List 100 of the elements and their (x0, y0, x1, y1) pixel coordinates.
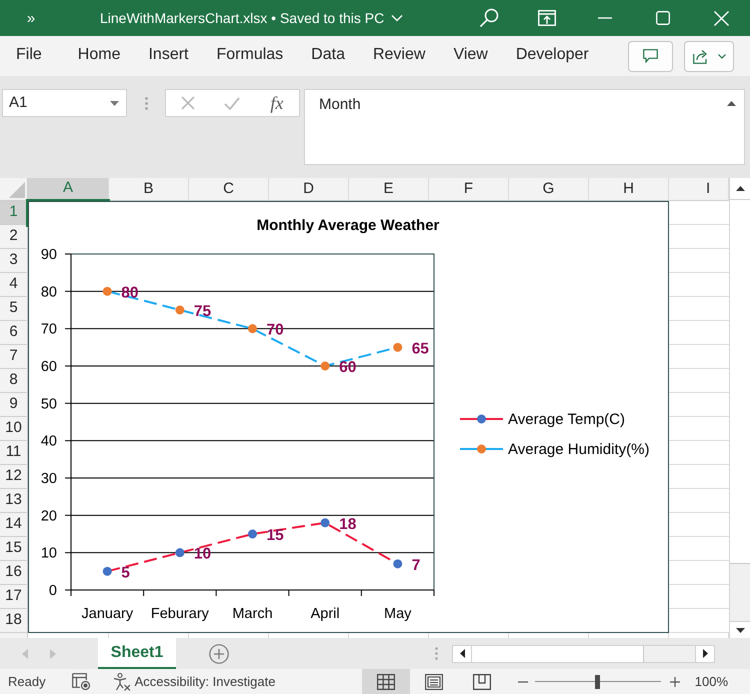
insert-function-button[interactable]: fx (268, 94, 286, 112)
horizontal-scrollbar[interactable] (452, 644, 715, 662)
row-header[interactable]: 3 (0, 249, 28, 273)
comments-button[interactable] (628, 40, 673, 72)
previous-sheet-button[interactable] (20, 646, 30, 660)
caret-up-icon (726, 100, 736, 106)
row-header[interactable]: 14 (0, 513, 28, 537)
legend-label: Average Humidity(%) (508, 441, 650, 458)
column-header[interactable]: A (28, 178, 109, 201)
view-button[interactable] (362, 669, 410, 694)
data-label: 65 (412, 340, 429, 358)
ribbon-tab[interactable]: Review (358, 39, 440, 73)
axis-label: 60 (40, 359, 57, 375)
column-header[interactable]: D (269, 178, 349, 201)
search-icon (479, 8, 499, 28)
row-header[interactable]: 17 (0, 585, 28, 609)
row-header[interactable]: 15 (0, 537, 28, 561)
row-header[interactable]: 6 (0, 321, 28, 345)
scroll-left-button[interactable] (453, 646, 472, 662)
axis-label: 40 (40, 434, 57, 450)
scroll-down-button[interactable] (730, 621, 750, 638)
axis-label: 10 (40, 546, 57, 562)
zoom-slider[interactable] (534, 674, 661, 688)
share-icon (692, 48, 710, 64)
record-macro-icon[interactable] (72, 673, 91, 690)
minus-icon (518, 680, 528, 682)
row-header[interactable] (0, 633, 28, 638)
ribbon-tab[interactable]: Developer (502, 39, 603, 73)
document-title[interactable]: LineWithMarkersChart.xlsx • Saved to this PC (100, 8, 404, 28)
category-label: Feburary (150, 606, 209, 622)
vertical-dots-icon (144, 96, 148, 110)
ribbon-tab[interactable]: View (439, 39, 502, 73)
caret-up-icon (736, 186, 744, 191)
ribbon-tab[interactable]: Home (64, 39, 134, 73)
triangle-icon (9, 182, 25, 198)
column-header[interactable]: H (589, 178, 669, 201)
name-box[interactable]: A1 (2, 89, 127, 117)
ribbon-tab[interactable]: File (2, 39, 56, 73)
row-header[interactable]: 5 (0, 297, 28, 321)
collapse-button[interactable] (726, 99, 736, 107)
column-header[interactable]: B (109, 178, 189, 201)
row-header[interactable]: 10 (0, 417, 28, 441)
formula-bar[interactable]: Month (304, 89, 745, 165)
scrollbar-thumb[interactable] (730, 200, 750, 564)
ribbon-tab[interactable]: Data (297, 39, 359, 73)
share-button[interactable] (684, 40, 734, 72)
data-label: 18 (339, 516, 356, 533)
axis-label: 0 (48, 583, 57, 599)
grid-icon (376, 674, 395, 690)
scroll-up-button[interactable] (730, 178, 750, 200)
axis-label: 70 (40, 322, 57, 338)
ribbon-tab[interactable]: Insert (134, 39, 202, 73)
scrollbar-thumb[interactable] (472, 646, 644, 662)
row-header[interactable]: 13 (0, 489, 28, 513)
row-header[interactable]: 7 (0, 345, 28, 369)
row-header[interactable]: 12 (0, 465, 28, 489)
row-header[interactable]: 2 (0, 225, 28, 249)
axis-label: 50 (40, 396, 57, 412)
column-header[interactable]: F (429, 178, 509, 201)
status-text: Ready (8, 672, 46, 691)
zoom-level-button[interactable]: 100% (694, 672, 728, 692)
row-header[interactable]: 4 (0, 273, 28, 297)
vertical-dots-icon (435, 647, 438, 660)
accessibility-button[interactable]: Accessibility: Investigate (112, 672, 276, 692)
chevron-down-icon (391, 14, 404, 22)
maximize-icon (656, 11, 670, 25)
category-label: April (310, 606, 340, 622)
category-label: May (384, 606, 412, 622)
caret-right-icon (702, 649, 708, 658)
scroll-right-button[interactable] (695, 646, 714, 662)
caret-icon (110, 100, 119, 106)
column-header[interactable]: G (509, 178, 589, 201)
line-marker-icon (460, 444, 503, 454)
close-icon (714, 10, 728, 26)
column-header[interactable]: C (189, 178, 269, 201)
vertical-scrollbar[interactable] (729, 178, 750, 638)
caret-left-icon (460, 649, 464, 658)
select-all-button[interactable] (0, 178, 28, 201)
comment-icon (643, 49, 658, 63)
column-header[interactable]: E (349, 178, 429, 201)
next-sheet-button[interactable] (48, 646, 58, 660)
row-header[interactable]: 9 (0, 393, 28, 417)
row-header[interactable]: 18 (0, 609, 28, 633)
cancel-icon (181, 96, 196, 110)
zoom-slider-thumb[interactable] (595, 674, 600, 688)
caret-right-icon (50, 648, 56, 658)
column-header[interactable]: I (669, 178, 729, 201)
data-label: 75 (194, 303, 212, 320)
ribbon-tab[interactable]: Formulas (202, 39, 298, 73)
row-header[interactable]: 8 (0, 369, 28, 393)
more-commands-button[interactable]: » (22, 6, 40, 30)
axis-label: 20 (40, 508, 57, 524)
check-icon (224, 96, 240, 110)
plus-circle-icon[interactable] (209, 644, 229, 664)
axis-label: 30 (40, 471, 57, 487)
row-header[interactable]: 1 (0, 201, 28, 225)
sheet-tab[interactable]: Sheet1 (98, 638, 176, 669)
row-header[interactable]: 11 (0, 441, 28, 465)
zoom-in-button[interactable] (668, 674, 681, 688)
row-header[interactable]: 16 (0, 561, 28, 585)
